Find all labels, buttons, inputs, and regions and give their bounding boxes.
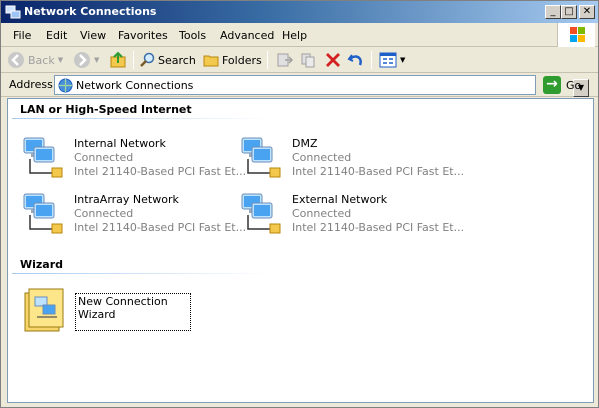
address-input[interactable]: Network Connections ▼ — [54, 75, 589, 97]
copy-to-button[interactable] — [300, 50, 318, 70]
window-title: Network Connections — [24, 5, 157, 18]
network-globe-icon — [58, 78, 73, 93]
up-folder-button[interactable] — [109, 50, 127, 70]
connection-device: Intel 21140-Based PCI Fast Et... — [292, 165, 465, 178]
connection-name: External Network — [292, 193, 388, 206]
lan-connection-icon — [241, 137, 281, 178]
menu-advanced[interactable]: Advanced — [220, 29, 274, 42]
forward-button[interactable]: ▼ — [73, 50, 99, 70]
address-bar: Address Network Connections ▼ → Go — [1, 73, 598, 97]
menu-file[interactable]: File — [13, 29, 31, 42]
title-bar[interactable]: Network Connections _ □ ✕ — [1, 1, 598, 23]
toolbar-separator — [267, 51, 268, 69]
connection-name: IntraArray Network — [74, 193, 179, 206]
delete-x-icon — [326, 53, 340, 67]
group-header-lan: LAN or High-Speed Internet — [20, 103, 192, 116]
new-connection-wizard-icon[interactable] — [23, 287, 69, 335]
standard-toolbar: Back ▼ ▼ Search Folders ▼ — [1, 47, 598, 73]
folder-icon — [203, 55, 219, 67]
menu-view[interactable]: View — [80, 29, 106, 42]
search-button[interactable]: Search — [139, 50, 196, 70]
connection-status: Connected — [292, 207, 352, 220]
toolbar-separator — [371, 51, 372, 69]
undo-icon — [347, 54, 362, 66]
group-divider — [12, 118, 272, 119]
network-connections-icon — [5, 5, 21, 19]
forward-arrow-icon — [74, 52, 90, 68]
up-folder-icon — [110, 51, 126, 68]
search-icon — [140, 52, 155, 67]
lan-connection-icon — [23, 137, 63, 178]
lan-connection-icon — [23, 193, 63, 234]
folders-button[interactable]: Folders — [203, 50, 262, 70]
go-arrow-icon: → — [543, 76, 561, 94]
connection-name: DMZ — [292, 137, 318, 150]
go-button[interactable]: → Go — [543, 75, 593, 95]
menu-bar: File Edit View Favorites Tools Advanced … — [1, 23, 598, 47]
toolbar-separator — [133, 51, 134, 69]
connection-status: Connected — [74, 207, 134, 220]
copy-to-icon — [301, 53, 315, 68]
close-button[interactable]: ✕ — [579, 5, 595, 19]
new-connection-wizard-item[interactable]: New Connection Wizard — [75, 293, 191, 331]
connection-intraarray-network[interactable]: IntraArray Network Connected Intel 21140… — [22, 191, 246, 239]
move-to-button[interactable] — [276, 50, 294, 70]
move-to-icon — [277, 53, 294, 67]
menu-help[interactable]: Help — [282, 29, 307, 42]
connection-name: Internal Network — [74, 137, 166, 150]
connection-status: Connected — [74, 151, 134, 164]
menu-favorites[interactable]: Favorites — [118, 29, 168, 42]
connections-list: LAN or High-Speed Internet Internal Netw… — [7, 98, 594, 403]
views-grid-icon — [379, 52, 397, 68]
chevron-down-icon: ▼ — [94, 56, 100, 64]
back-arrow-icon — [8, 52, 24, 68]
connection-device: Intel 21140-Based PCI Fast Et... — [74, 221, 247, 234]
folders-label: Folders — [222, 53, 262, 67]
network-connections-window: Network Connections _ □ ✕ File Edit View… — [0, 0, 599, 408]
maximize-button[interactable]: □ — [561, 5, 577, 19]
chevron-down-icon: ▼ — [400, 56, 406, 64]
address-label: Address — [9, 78, 53, 91]
connection-device: Intel 21140-Based PCI Fast Et... — [292, 221, 465, 234]
connection-external-network[interactable]: External Network Connected Intel 21140-B… — [240, 191, 464, 239]
undo-button[interactable] — [347, 50, 365, 70]
back-label: Back — [28, 53, 55, 67]
back-button[interactable]: Back ▼ — [7, 50, 63, 70]
connection-internal-network[interactable]: Internal Network Connected Intel 21140-B… — [22, 135, 246, 183]
group-header-wizard: Wizard — [20, 258, 64, 271]
group-divider — [12, 273, 272, 274]
chevron-down-icon: ▼ — [57, 56, 64, 64]
views-button[interactable]: ▼ — [379, 50, 405, 70]
minimize-button[interactable]: _ — [545, 5, 561, 19]
go-label: Go — [566, 78, 582, 92]
connection-status: Connected — [292, 151, 352, 164]
lan-connection-icon — [241, 193, 281, 234]
delete-button[interactable] — [324, 50, 342, 70]
address-value: Network Connections — [76, 79, 194, 92]
search-label: Search — [158, 53, 196, 67]
connection-device: Intel 21140-Based PCI Fast Et... — [74, 165, 247, 178]
windows-logo-icon — [557, 23, 595, 47]
menu-tools[interactable]: Tools — [179, 29, 206, 42]
menu-edit[interactable]: Edit — [46, 29, 67, 42]
connection-dmz[interactable]: DMZ Connected Intel 21140-Based PCI Fast… — [240, 135, 464, 183]
